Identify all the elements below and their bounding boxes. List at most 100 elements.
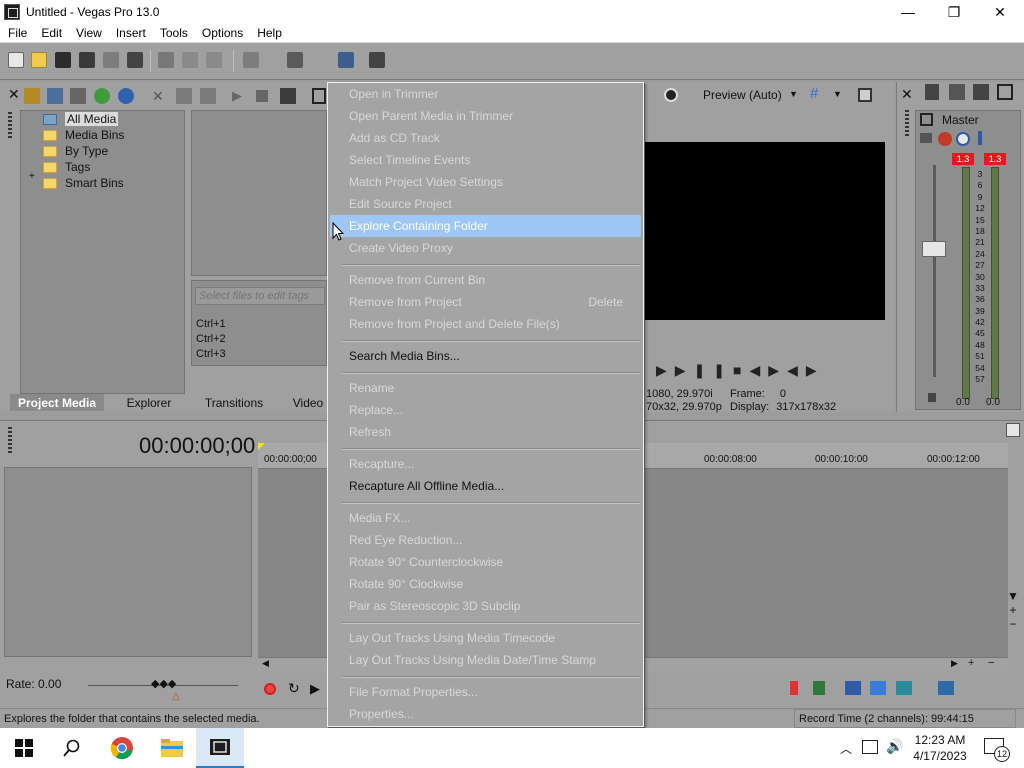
menu-item-remove-from-bin[interactable]: Remove from Current Bin — [330, 269, 641, 291]
menu-item-open-parent-media[interactable]: Open Parent Media in Trimmer — [330, 105, 641, 127]
auto-ripple-icon[interactable] — [938, 681, 954, 695]
render-icon[interactable] — [103, 52, 119, 68]
region-icon[interactable] — [813, 681, 825, 695]
properties-icon[interactable] — [127, 52, 143, 68]
menu-item-rotate-cw[interactable]: Rotate 90° Clockwise — [330, 573, 641, 595]
stop-preview-icon[interactable] — [256, 90, 268, 102]
fast-forward-icon[interactable]: ▶ — [806, 362, 825, 378]
pointer-tool-icon[interactable] — [369, 52, 385, 68]
mixer-icon[interactable] — [925, 84, 939, 100]
mixer-view-icon[interactable] — [997, 84, 1013, 100]
mute-icon[interactable] — [956, 132, 970, 146]
grid-overlay-icon[interactable]: # — [810, 85, 818, 102]
master-fader[interactable] — [922, 241, 946, 257]
search-button[interactable] — [48, 728, 96, 768]
menu-item-layout-by-timecode[interactable]: Lay Out Tracks Using Media Timecode — [330, 627, 641, 649]
panel-gripper[interactable] — [8, 112, 12, 138]
media-fx-icon[interactable] — [94, 88, 110, 104]
menu-item-refresh[interactable]: Refresh — [330, 421, 641, 443]
capture-icon[interactable] — [47, 88, 63, 104]
file-explorer-taskbar-button[interactable] — [148, 728, 196, 768]
prev-frame-icon[interactable]: ◀ — [750, 362, 769, 378]
import-media-icon[interactable] — [24, 88, 40, 104]
close-panel-icon[interactable]: ✕ — [8, 86, 20, 103]
view-icon[interactable] — [312, 88, 326, 104]
menu-item-rotate-ccw[interactable]: Rotate 90° Counterclockwise — [330, 551, 641, 573]
minimize-button[interactable]: — — [885, 0, 931, 24]
save-as-icon[interactable] — [79, 52, 95, 68]
solo-icon[interactable] — [978, 131, 982, 145]
menu-item-add-cd-track[interactable]: Add as CD Track — [330, 127, 641, 149]
tag-shortcut[interactable]: Ctrl+3 — [196, 347, 226, 362]
play-from-start-icon[interactable]: ▶ — [310, 681, 320, 697]
tag-shortcut[interactable]: Ctrl+2 — [196, 332, 226, 347]
menu-item-explore-containing-folder[interactable]: Explore Containing Folder — [330, 215, 641, 237]
remove-media-icon[interactable]: ✕ — [152, 88, 164, 105]
marker-icon[interactable] — [790, 681, 798, 695]
media-list[interactable] — [191, 110, 327, 276]
track-list[interactable] — [4, 467, 252, 657]
paste-icon[interactable] — [206, 52, 222, 68]
panel-gripper[interactable] — [905, 110, 909, 136]
stop-icon[interactable]: ■ — [733, 362, 749, 378]
tree-item-tags[interactable]: Tags — [43, 159, 90, 175]
tree-item-by-type[interactable]: By Type — [43, 143, 108, 159]
panel-gripper[interactable] — [8, 427, 12, 453]
menu-item-layout-by-date[interactable]: Lay Out Tracks Using Media Date/Time Sta… — [330, 649, 641, 671]
master-fx-icon[interactable] — [938, 132, 952, 146]
cut-icon[interactable] — [158, 52, 174, 68]
rewind-icon[interactable]: ◀ — [787, 362, 806, 378]
menu-options[interactable]: Options — [194, 26, 249, 40]
preview-quality-icon[interactable] — [664, 88, 678, 102]
loop-marker-icon[interactable] — [258, 443, 265, 450]
volume-icon[interactable]: 🔊 — [886, 738, 903, 755]
save-icon[interactable] — [55, 52, 71, 68]
maximize-button[interactable]: ❐ — [931, 0, 977, 24]
play-preview-icon[interactable]: ▶ — [232, 88, 242, 104]
auto-preview-toggle-icon[interactable] — [280, 88, 296, 104]
menu-item-media-fx[interactable]: Media FX... — [330, 507, 641, 529]
menu-item-open-in-trimmer[interactable]: Open in Trimmer — [330, 83, 641, 105]
selection-edit-tool-icon[interactable] — [896, 681, 912, 695]
zoom-in-icon[interactable]: + — [968, 657, 974, 669]
properties-icon[interactable] — [176, 88, 192, 104]
menu-item-remove-and-delete[interactable]: Remove from Project and Delete File(s) — [330, 313, 641, 335]
menu-item-properties[interactable]: Properties... — [330, 703, 641, 725]
vegas-taskbar-button[interactable] — [196, 728, 244, 768]
auto-preview-icon[interactable] — [200, 88, 216, 104]
menu-insert[interactable]: Insert — [108, 26, 152, 40]
dim-output-icon[interactable] — [973, 84, 989, 100]
tab-video-fx[interactable]: Video — [288, 394, 328, 411]
menu-item-red-eye-reduction[interactable]: Red Eye Reduction... — [330, 529, 641, 551]
scroll-down-icon[interactable]: ▼ — [1006, 589, 1020, 603]
zoom-out-icon[interactable]: − — [988, 657, 994, 669]
tab-project-media[interactable]: Project Media — [10, 394, 104, 411]
undo-icon[interactable] — [243, 52, 259, 68]
play-icon[interactable]: ▶ — [656, 362, 675, 378]
play-from-start-icon[interactable]: ▶ — [675, 362, 694, 378]
search-media-icon[interactable] — [118, 88, 134, 104]
preview-mode-dropdown[interactable]: Preview (Auto) — [703, 88, 782, 102]
redo-icon[interactable] — [287, 52, 303, 68]
menu-item-match-project-video[interactable]: Match Project Video Settings — [330, 171, 641, 193]
show-hidden-icons-icon[interactable]: ︿ — [840, 740, 852, 757]
get-media-icon[interactable] — [70, 88, 86, 104]
chevron-down-icon[interactable]: ▼ — [789, 89, 798, 99]
record-icon[interactable] — [264, 683, 276, 695]
menu-item-recapture-offline[interactable]: Recapture All Offline Media... — [330, 475, 641, 497]
chrome-taskbar-button[interactable] — [98, 728, 146, 768]
menu-item-search-media-bins[interactable]: Search Media Bins... — [330, 345, 641, 367]
network-icon[interactable] — [862, 740, 878, 754]
menu-item-file-format-properties[interactable]: File Format Properties... — [330, 681, 641, 703]
menu-item-pair-stereoscopic[interactable]: Pair as Stereoscopic 3D Subclip — [330, 595, 641, 617]
menu-tools[interactable]: Tools — [152, 26, 194, 40]
marker-flag-icon[interactable] — [1006, 423, 1020, 437]
zoom-in-icon[interactable]: + — [1006, 603, 1020, 617]
routing-icon[interactable] — [920, 133, 932, 143]
open-folder-icon[interactable] — [31, 52, 47, 68]
close-panel-icon[interactable]: ✕ — [901, 86, 913, 103]
scroll-left-icon[interactable]: ◀ — [262, 658, 269, 669]
menu-item-remove-from-project[interactable]: Remove from Project Delete — [330, 291, 641, 313]
tag-shortcut[interactable]: Ctrl+1 — [196, 317, 226, 332]
menu-edit[interactable]: Edit — [33, 26, 68, 40]
